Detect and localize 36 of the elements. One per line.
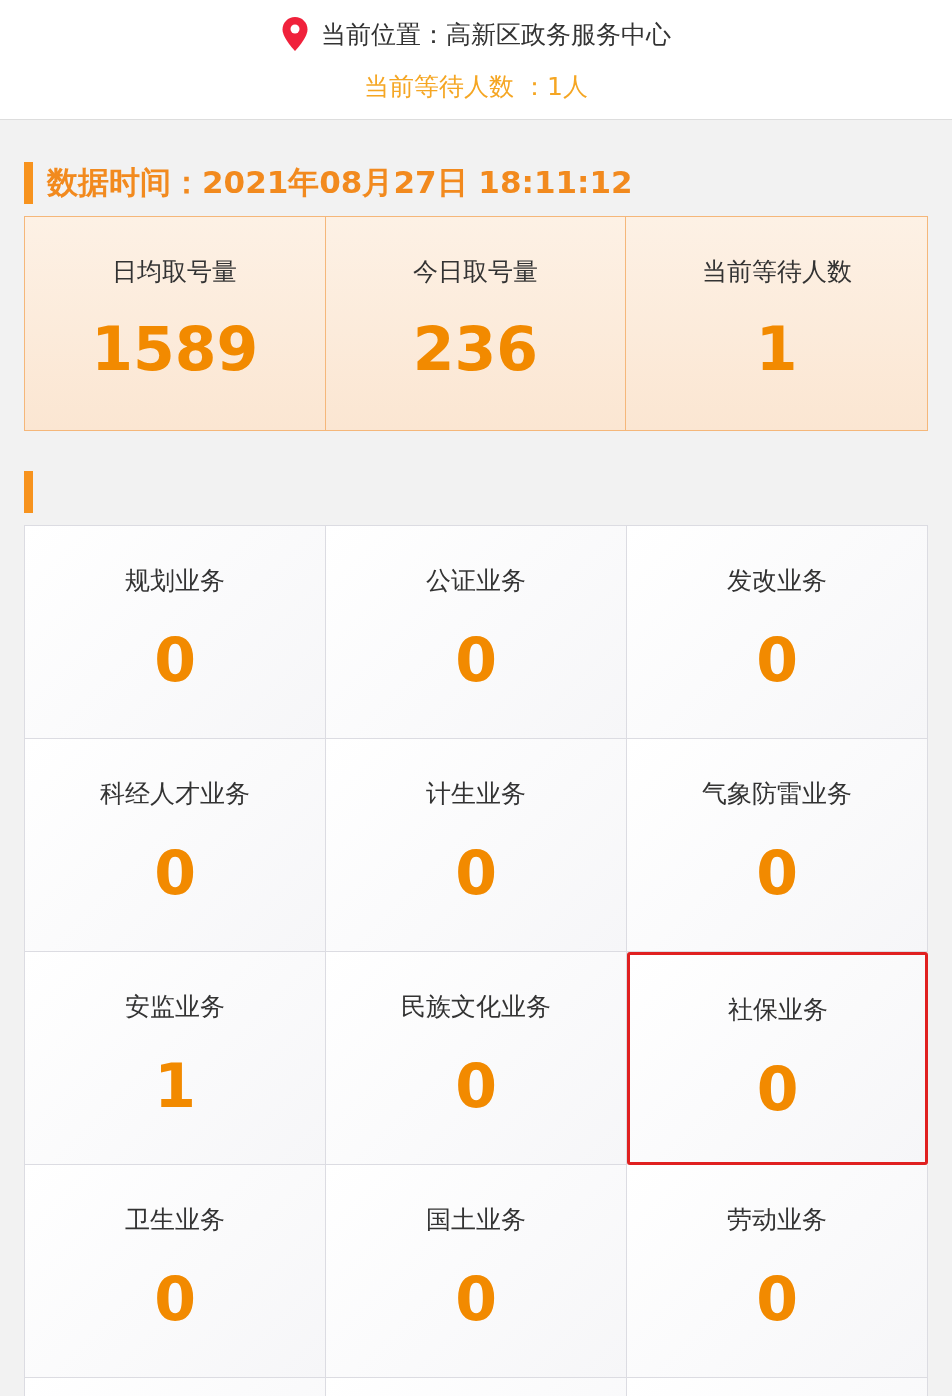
service-count: 0 <box>756 840 798 906</box>
service-count: 1 <box>154 1053 196 1119</box>
service-label: 气象防雷业务 <box>702 778 852 810</box>
stat-value: 1 <box>755 316 798 382</box>
location-pin-icon <box>281 16 309 52</box>
service-count: 0 <box>154 627 196 693</box>
stat-label: 日均取号量 <box>112 256 238 288</box>
service-label: 安监业务 <box>125 991 225 1023</box>
service-count: 0 <box>756 1266 798 1332</box>
location-text: 当前位置：高新区政务服务中心 <box>321 18 671 51</box>
service-count: 0 <box>154 840 196 906</box>
service-label: 民族文化业务 <box>401 991 551 1023</box>
service-count: 0 <box>756 1056 799 1122</box>
stat-value: 1589 <box>91 316 259 382</box>
service-label: 社保业务 <box>727 994 828 1026</box>
service-count: 0 <box>154 1266 196 1332</box>
service-count: 0 <box>455 1266 497 1332</box>
service-label: 发改业务 <box>727 565 827 597</box>
data-time-text: 数据时间：2021年08月27日 18:11:12 <box>47 163 633 202</box>
section-marker <box>24 162 33 204</box>
service-label: 计生业务 <box>426 778 526 810</box>
service-label: 劳动业务 <box>727 1204 827 1236</box>
waiting-count-text: 当前等待人数 ：1人 <box>364 71 588 103</box>
service-label: 国土业务 <box>426 1204 526 1236</box>
service-label: 卫生业务 <box>125 1204 225 1236</box>
service-label: 公证业务 <box>426 565 526 597</box>
stat-value: 236 <box>412 316 539 382</box>
service-label: 科经人才业务 <box>100 778 250 810</box>
stat-label: 今日取号量 <box>413 256 538 288</box>
section-marker <box>24 471 33 513</box>
service-count: 0 <box>455 840 497 906</box>
service-count: 0 <box>756 627 798 693</box>
service-count: 0 <box>455 1053 497 1119</box>
service-label: 规划业务 <box>125 565 225 597</box>
stat-label: 当前等待人数 <box>701 256 852 288</box>
service-count: 0 <box>455 627 497 693</box>
